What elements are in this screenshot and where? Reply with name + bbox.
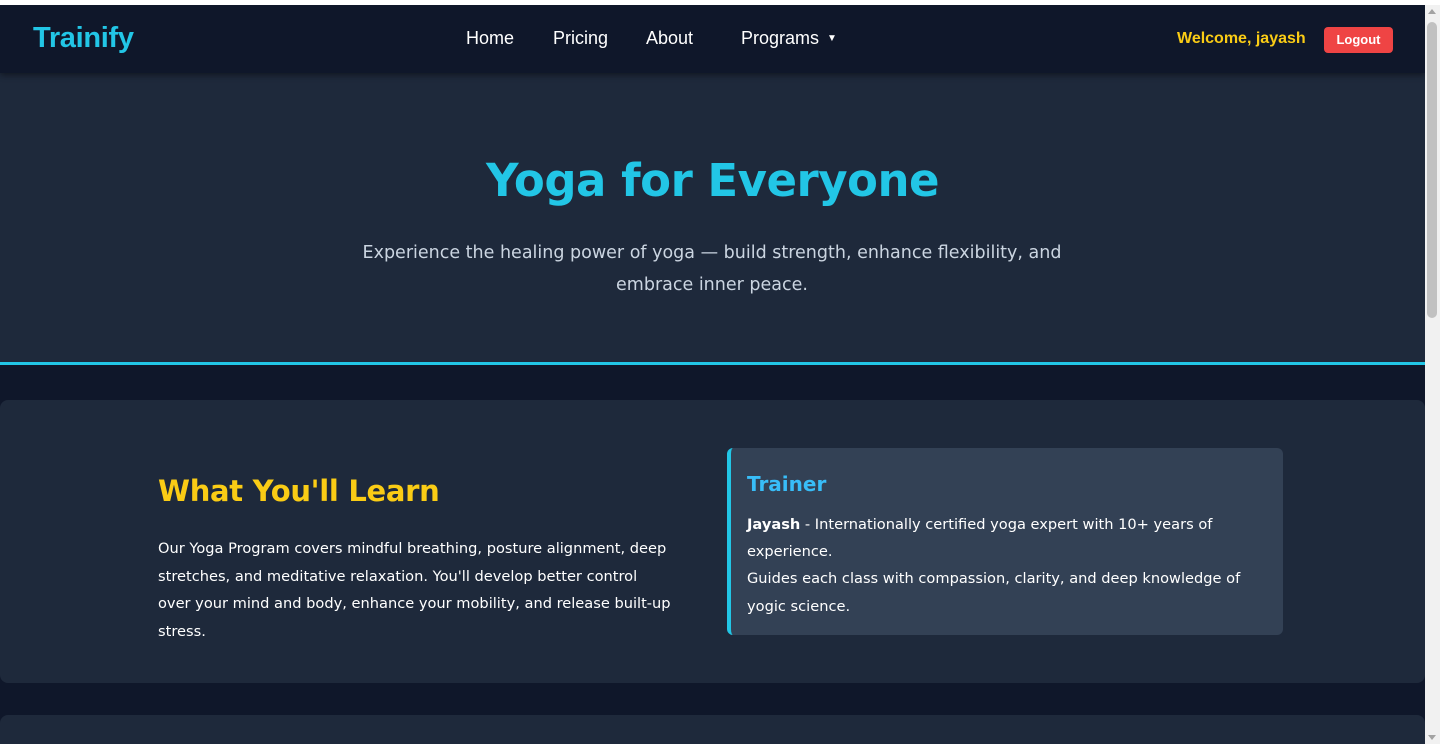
hero-title: Yoga for Everyone bbox=[485, 154, 940, 207]
page-viewport: Trainify Home Pricing About Programs ▼ We… bbox=[0, 5, 1425, 744]
trainer-card: Trainer Jayash - Internationally certifi… bbox=[727, 448, 1283, 635]
hero-subtitle: Experience the healing power of yoga — b… bbox=[362, 243, 1062, 295]
nav-link-about[interactable]: About bbox=[646, 28, 693, 49]
nav-link-home[interactable]: Home bbox=[466, 28, 514, 49]
scroll-up-arrow-icon[interactable] bbox=[1428, 9, 1436, 14]
brand-logo[interactable]: Trainify bbox=[33, 22, 134, 55]
learn-description: Our Yoga Program covers mindful breathin… bbox=[158, 540, 671, 640]
trainer-description: Jayash - Internationally certified yoga … bbox=[747, 511, 1272, 620]
trainer-credentials: - Internationally certified yoga expert … bbox=[747, 516, 1213, 561]
nav-link-pricing[interactable]: Pricing bbox=[553, 28, 608, 49]
next-section bbox=[0, 715, 1425, 744]
learn-section: What You'll Learn Our Yoga Program cover… bbox=[0, 400, 1425, 683]
vertical-scrollbar[interactable] bbox=[1425, 5, 1440, 744]
hero-section: Yoga for Everyone Experience the healing… bbox=[0, 73, 1425, 365]
caret-down-icon: ▼ bbox=[827, 33, 837, 44]
scrollbar-thumb[interactable] bbox=[1427, 22, 1437, 318]
welcome-message: Welcome, jayash bbox=[1177, 30, 1306, 47]
scroll-down-arrow-icon[interactable] bbox=[1428, 735, 1436, 740]
nav-programs-dropdown[interactable]: Programs ▼ bbox=[741, 28, 837, 49]
logout-button[interactable]: Logout bbox=[1324, 27, 1393, 53]
trainer-name: Jayash bbox=[747, 516, 801, 533]
navbar: Trainify Home Pricing About Programs ▼ We… bbox=[0, 5, 1425, 73]
trainer-title: Trainer bbox=[747, 472, 827, 496]
nav-programs-label: Programs bbox=[741, 28, 820, 48]
learn-title: What You'll Learn bbox=[158, 474, 440, 508]
trainer-details: Guides each class with compassion, clari… bbox=[747, 570, 1241, 615]
